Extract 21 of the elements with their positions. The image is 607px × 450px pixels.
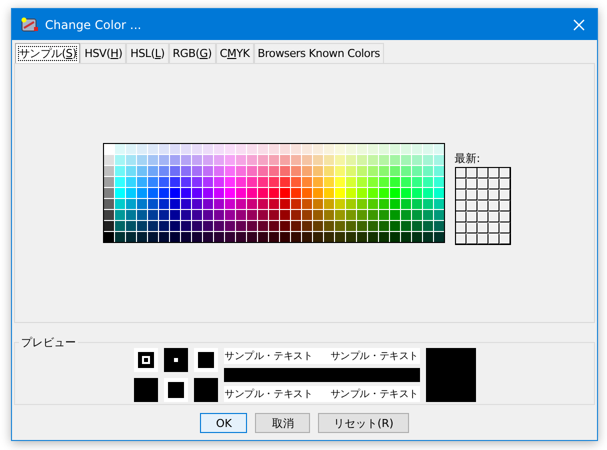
dialog-button[interactable]: OK bbox=[200, 413, 248, 433]
close-icon[interactable] bbox=[573, 18, 585, 30]
sample-text: サンプル・テキスト bbox=[224, 388, 313, 401]
tab[interactable]: Browsers Known Colors bbox=[254, 43, 384, 63]
sample-text: サンプル・テキスト bbox=[330, 350, 418, 363]
recent-label: 最新: bbox=[454, 150, 482, 166]
tab[interactable]: CMYK bbox=[216, 43, 254, 63]
tab[interactable]: HSL(L) bbox=[126, 43, 169, 63]
sample-text: サンプル・テキスト bbox=[224, 350, 313, 363]
recent-swatch-grid[interactable] bbox=[454, 166, 510, 244]
window-title: Change Color ... bbox=[45, 18, 142, 32]
color-swatch-grid[interactable] bbox=[102, 143, 444, 243]
tab[interactable]: サンプル(S) bbox=[15, 43, 80, 63]
dialog-button[interactable]: リセット(R) bbox=[318, 413, 409, 433]
preview-label: プレビュー bbox=[20, 335, 77, 350]
tab[interactable]: RGB(G) bbox=[168, 43, 216, 63]
tab[interactable]: HSV(H) bbox=[80, 43, 126, 63]
palette-icon bbox=[21, 16, 39, 32]
dialog-button[interactable]: 取消 bbox=[255, 413, 310, 433]
color-preview-square bbox=[426, 348, 476, 402]
sample-text: サンプル・テキスト bbox=[330, 388, 418, 401]
